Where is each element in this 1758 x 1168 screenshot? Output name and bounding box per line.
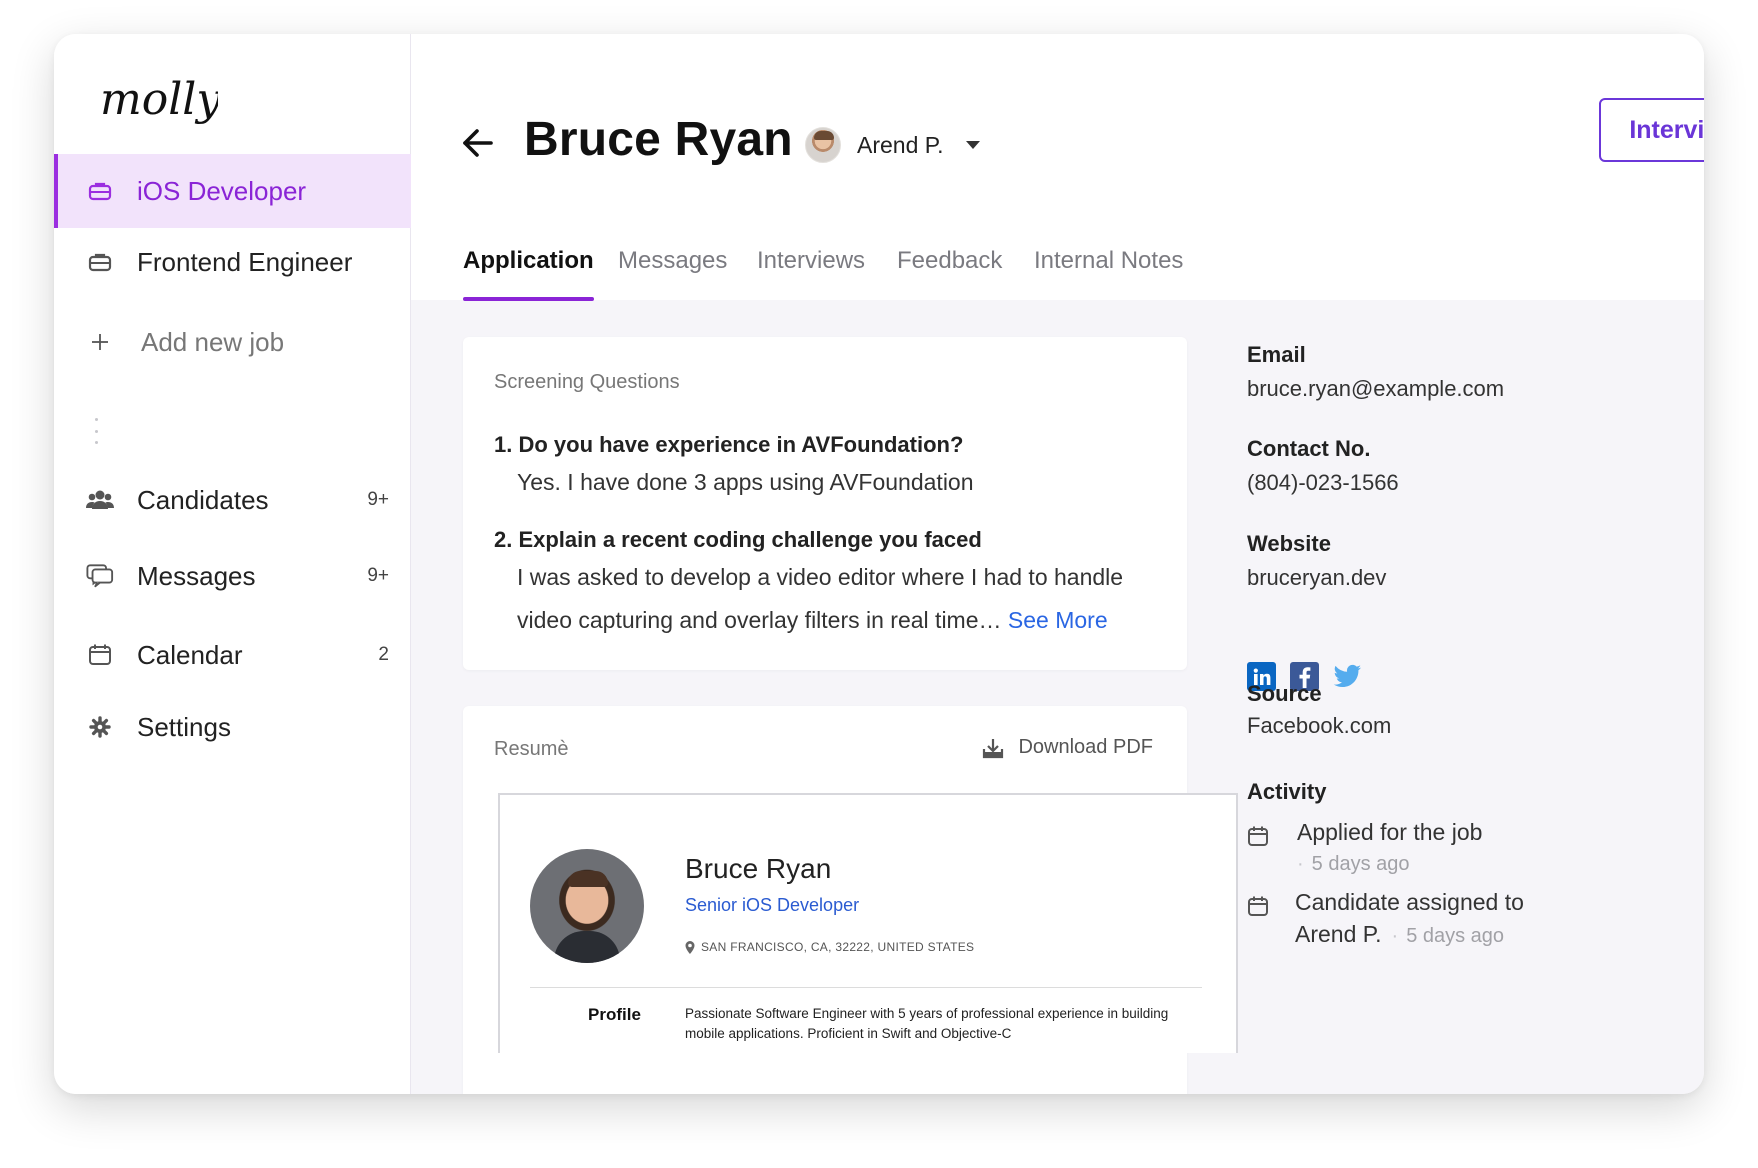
resume-role: Senior iOS Developer: [685, 895, 860, 915]
plus-icon: [86, 328, 114, 356]
candidate-name-title: Bruce Ryan: [524, 113, 793, 166]
email-label: Email: [1247, 342, 1306, 367]
add-new-job-label: Add new job: [141, 326, 285, 357]
resume-photo: [530, 849, 644, 963]
nav-messages-label: Messages: [137, 560, 256, 591]
job-item-frontend-engineer[interactable]: Frontend Engineer: [54, 225, 411, 299]
contact-label: Contact No.: [1247, 436, 1371, 461]
resume-location: SAN FRANCISCO, CA, 32222, UNITED STATES: [685, 940, 974, 954]
activity-text: Candidate assigned to: [1295, 889, 1524, 915]
active-tab-indicator: [463, 297, 594, 301]
twitter-icon[interactable]: [1333, 662, 1362, 691]
tab-messages[interactable]: Messages: [618, 247, 727, 275]
tab-internal-notes[interactable]: Internal Notes: [1034, 247, 1183, 275]
interview-button[interactable]: Interview: [1601, 100, 1704, 160]
briefcase-icon: [86, 177, 114, 205]
candidates-count-badge: 9+: [367, 489, 389, 510]
nav-settings[interactable]: Settings: [54, 690, 411, 764]
nav-candidates-label: Candidates: [137, 484, 269, 515]
tab-application[interactable]: Application: [463, 247, 594, 275]
job-item-label: Frontend Engineer: [137, 246, 353, 277]
people-icon: [86, 486, 114, 514]
nav-messages[interactable]: Messages 9+: [54, 539, 411, 613]
activity-time: · 5 days ago: [1297, 853, 1410, 875]
download-pdf-label: Download PDF: [1018, 736, 1153, 758]
resume-divider: [530, 987, 1202, 988]
answer-2-line-2: video capturing and overlay filters in r…: [517, 599, 1108, 642]
resume-profile-text: Passionate Software Engineer with 5 year…: [685, 1006, 1169, 1041]
calendar-count-badge: 2: [378, 644, 389, 665]
source-label: Source: [1247, 681, 1322, 706]
nav-settings-label: Settings: [137, 711, 231, 742]
assignee-dropdown[interactable]: Arend P.: [805, 124, 980, 166]
nav-candidates[interactable]: Candidates 9+: [54, 463, 411, 537]
question-1: 1. Do you have experience in AVFoundatio…: [494, 432, 964, 457]
activity-time: · 5 days ago: [1391, 925, 1505, 947]
location-pin-icon: [685, 940, 695, 954]
question-2: 2. Explain a recent coding challenge you…: [494, 527, 982, 552]
website-label: Website: [1247, 531, 1331, 556]
activity-label: Activity: [1247, 779, 1327, 804]
molly-logo[interactable]: molly: [98, 62, 218, 132]
messages-count-badge: 9+: [367, 565, 389, 586]
activity-time-text: 5 days ago: [1311, 853, 1410, 875]
tab-feedback[interactable]: Feedback: [897, 247, 1002, 275]
activity-assignee: Arend P.: [1295, 921, 1382, 947]
download-pdf-button[interactable]: Download PDF: [982, 736, 1153, 759]
screening-questions-title: Screening Questions: [494, 371, 680, 393]
answer-2-line-1: I was asked to develop a video editor wh…: [517, 564, 1124, 590]
caret-down-icon: [965, 141, 980, 149]
job-item-label: iOS Developer: [137, 175, 307, 206]
calendar-icon: [1248, 896, 1268, 916]
answer-2-text: video capturing and overlay filters in r…: [517, 607, 1002, 633]
nav-calendar[interactable]: Calendar 2: [54, 618, 411, 692]
resume-profile-label: Profile: [588, 1005, 641, 1024]
resume-name: Bruce Ryan: [685, 853, 832, 884]
interview-split-button: Interview: [1599, 98, 1704, 162]
divider-dots: [93, 418, 99, 444]
activity-text: Applied for the job: [1297, 819, 1483, 845]
email-value[interactable]: bruce.ryan@example.com: [1247, 376, 1504, 402]
sidebar: molly iOS Developer Frontend Engineer Ad…: [54, 34, 411, 1094]
svg-text:molly: molly: [100, 74, 218, 125]
activity-text: Arend P. · 5 days ago: [1295, 921, 1504, 948]
nav-calendar-label: Calendar: [137, 639, 243, 670]
resume-preview[interactable]: Bruce Ryan Senior iOS Developer SAN FRAN…: [498, 793, 1238, 1053]
main-content: Bruce Ryan Arend P. Interview Applicatio…: [411, 34, 1704, 1094]
candidate-header: Bruce Ryan Arend P. Interview Applicatio…: [411, 34, 1704, 301]
calendar-icon: [1248, 826, 1268, 846]
download-tray-icon: [983, 738, 1004, 758]
app-window: molly iOS Developer Frontend Engineer Ad…: [54, 34, 1704, 1094]
see-more-link[interactable]: See More: [1008, 607, 1108, 633]
tab-interviews[interactable]: Interviews: [757, 247, 865, 275]
gear-icon: [86, 713, 114, 741]
assignee-name: Arend P.: [857, 131, 944, 158]
calendar-icon: [86, 641, 114, 669]
job-item-ios-developer[interactable]: iOS Developer: [54, 154, 411, 228]
contact-value[interactable]: (804)-023-1566: [1247, 470, 1399, 496]
activity-time-text: 5 days ago: [1406, 925, 1505, 947]
back-arrow-icon[interactable]: [461, 126, 495, 160]
resume-location-text: SAN FRANCISCO, CA, 32222, UNITED STATES: [701, 940, 975, 954]
source-value: Facebook.com: [1247, 713, 1392, 738]
resume-card: Resumè Download PDF Bruce Ryan Senior iO…: [463, 706, 1238, 1094]
website-value[interactable]: bruceryan.dev: [1247, 565, 1386, 591]
add-new-job-button[interactable]: Add new job: [54, 305, 411, 379]
avatar: [805, 127, 841, 163]
resume-title: Resumè: [494, 738, 569, 760]
answer-1: Yes. I have done 3 apps using AVFoundati…: [517, 469, 974, 495]
tab-bar: Application Messages Interviews Feedback…: [411, 239, 1704, 301]
chat-bubbles-icon: [86, 562, 114, 590]
screening-questions-card: Screening Questions 1. Do you have exper…: [463, 337, 1187, 670]
briefcase-icon: [86, 248, 114, 276]
